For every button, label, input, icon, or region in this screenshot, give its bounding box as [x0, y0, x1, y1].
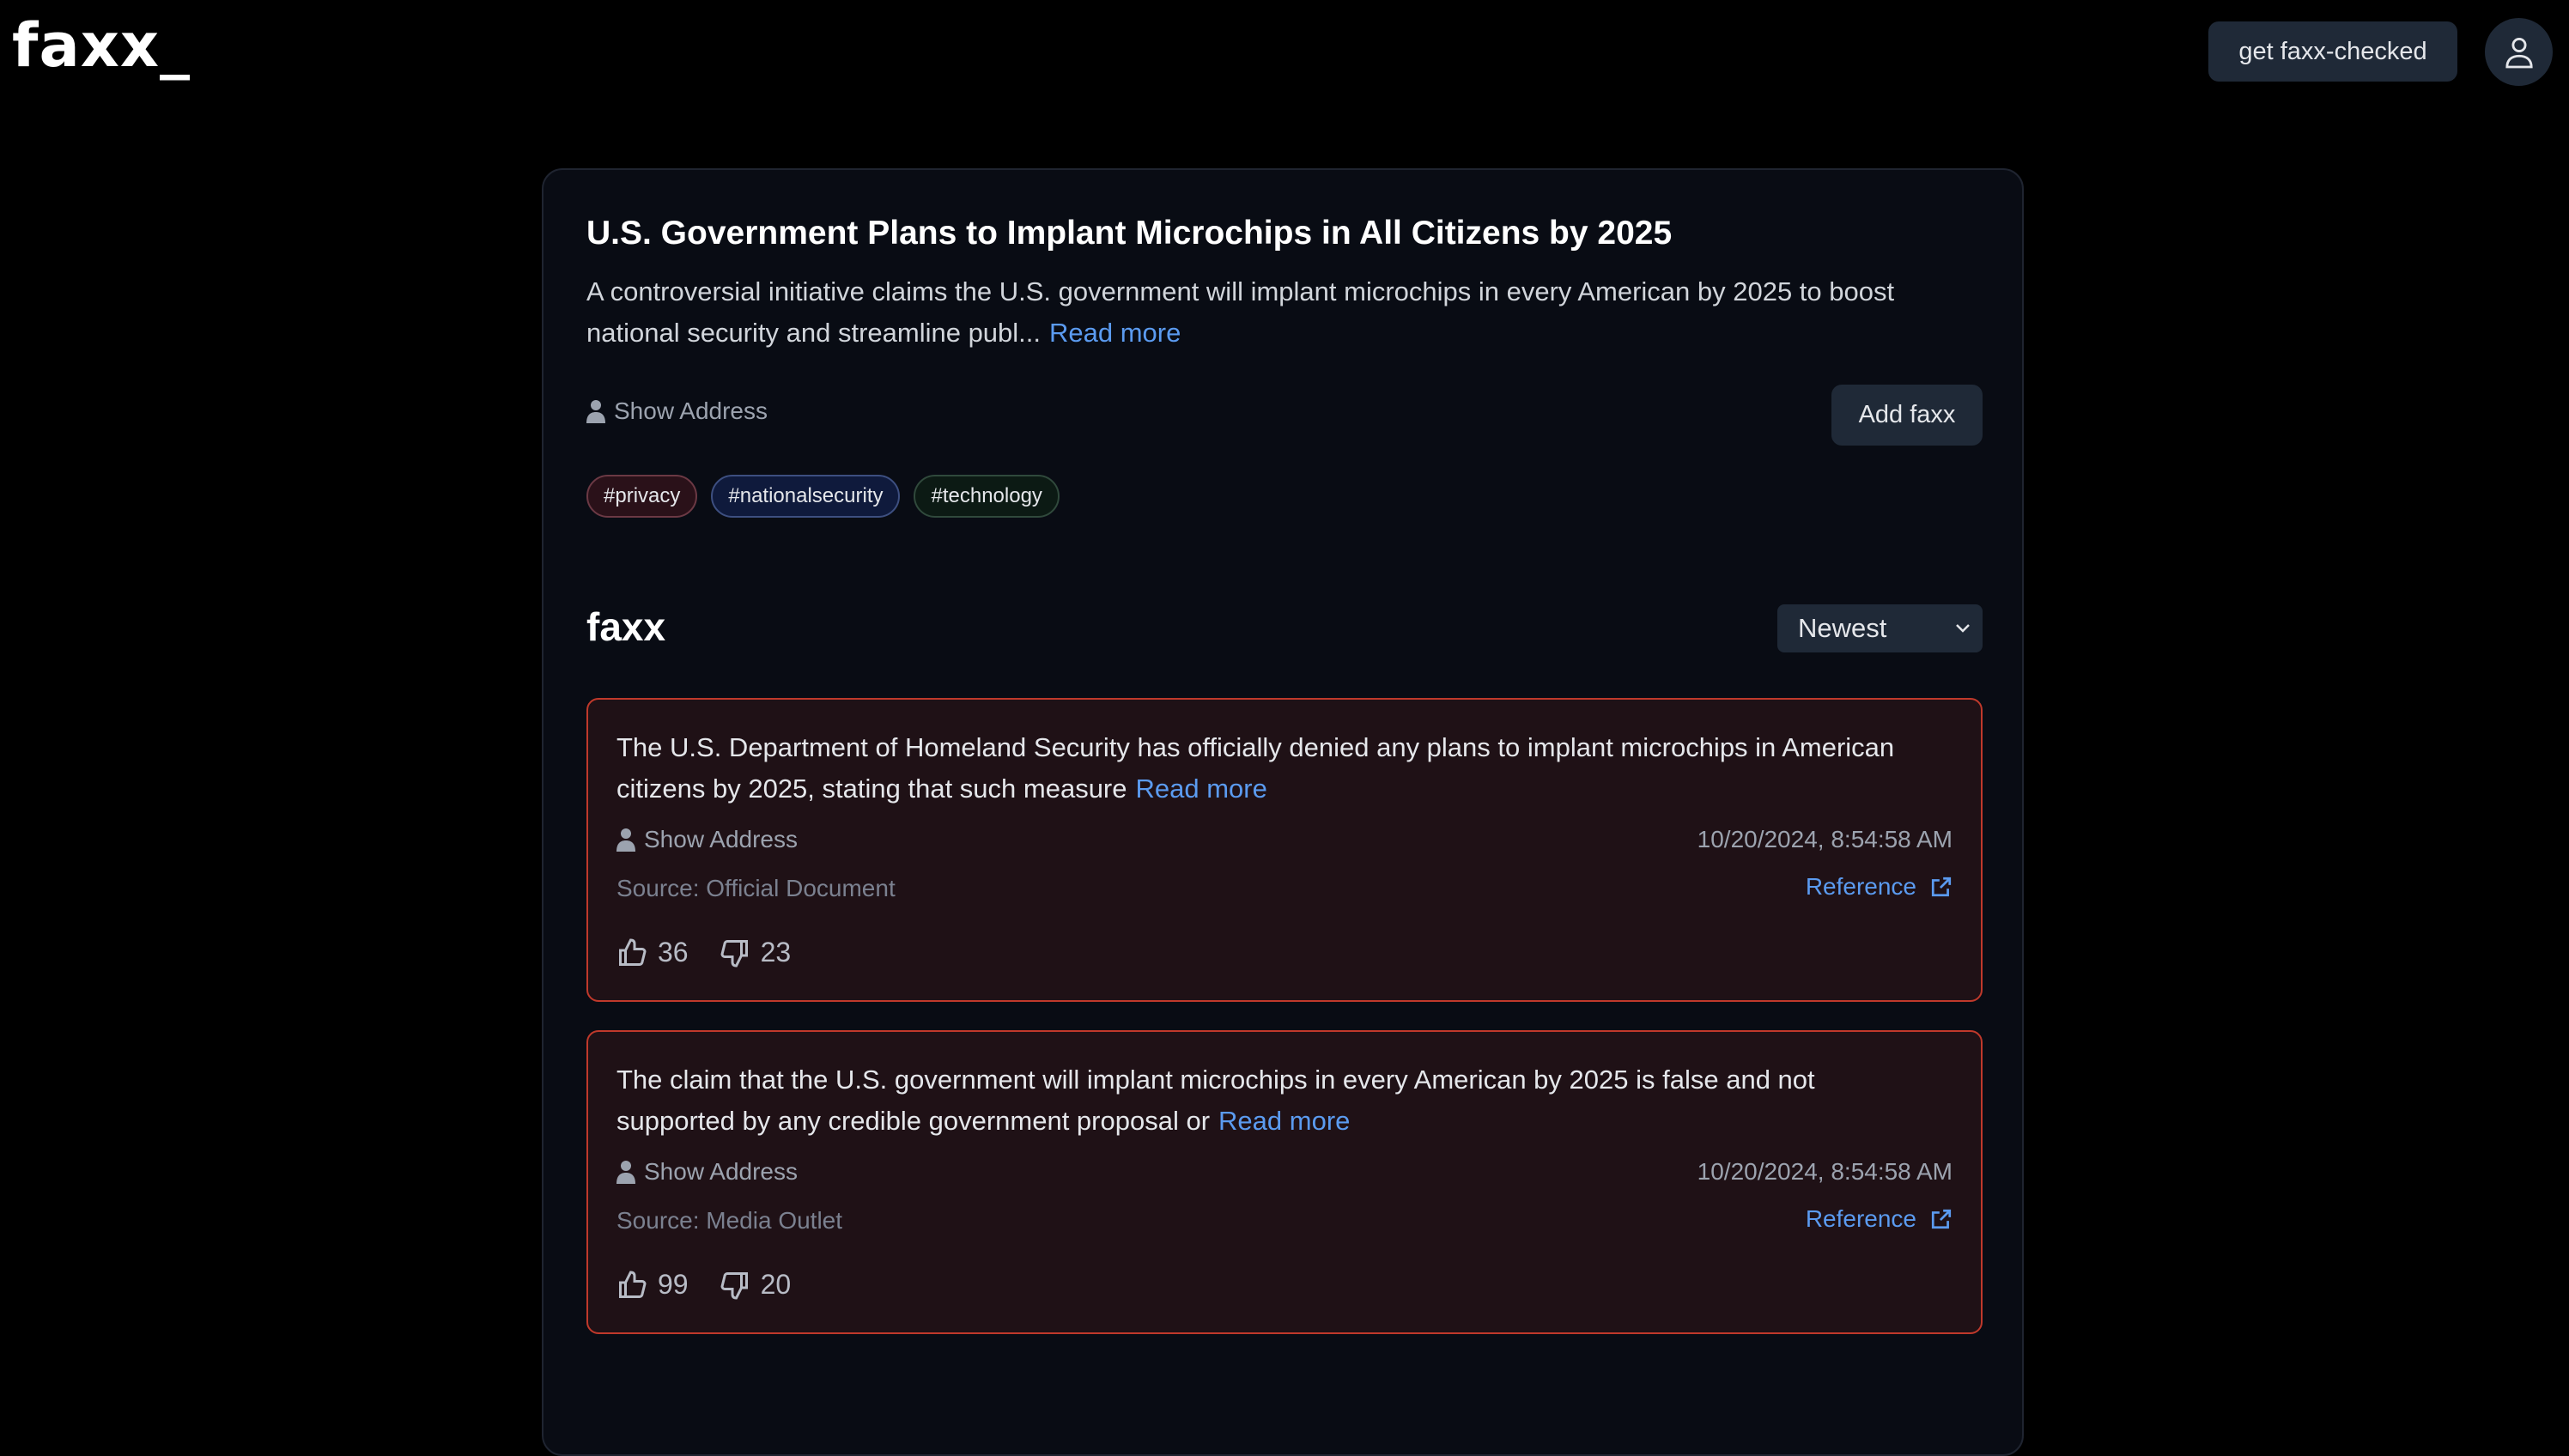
upvote-count: 36	[658, 937, 689, 968]
show-address-button[interactable]: Show Address	[616, 826, 798, 853]
downvote-button[interactable]: 23	[720, 937, 792, 968]
thumbs-up-icon	[619, 1270, 647, 1298]
fact-date: 10/20/2024, 8:54:58 AM	[1697, 1158, 1953, 1185]
read-more-link[interactable]: Read more	[1218, 1106, 1350, 1136]
upvote-button[interactable]: 36	[616, 937, 689, 968]
upvote-count: 99	[658, 1269, 689, 1300]
thumbs-up-icon	[619, 937, 647, 966]
read-more-link[interactable]: Read more	[1136, 774, 1267, 804]
fact-text: The claim that the U.S. government will …	[616, 1059, 1939, 1142]
chevron-down-icon	[1956, 624, 1970, 633]
get-faxx-checked-button[interactable]: get faxx-checked	[2208, 21, 2457, 82]
post-card: U.S. Government Plans to Implant Microch…	[542, 168, 2024, 1456]
show-address-label: Show Address	[644, 1158, 798, 1185]
external-link-icon	[1931, 877, 1952, 897]
faxx-heading: faxx	[586, 604, 666, 649]
tag-privacy[interactable]: #privacy	[586, 475, 698, 518]
upvote-button[interactable]: 99	[616, 1269, 689, 1301]
thumbs-down-icon	[720, 1271, 748, 1300]
add-faxx-button[interactable]: Add faxx	[1831, 385, 1983, 446]
tag-list: #privacy #nationalsecurity #technology	[586, 475, 1060, 518]
reference-link[interactable]: Reference	[1806, 1205, 1953, 1233]
sort-value: Newest	[1798, 613, 1887, 643]
fact-source: Source: Official Document	[616, 875, 896, 901]
fact-text-body: The claim that the U.S. government will …	[616, 1065, 1815, 1136]
vote-bar: 36 23	[616, 937, 810, 968]
person-icon	[586, 400, 605, 423]
user-icon	[2505, 37, 2533, 68]
show-address-label: Show Address	[644, 826, 798, 852]
read-more-link[interactable]: Read more	[1049, 318, 1181, 348]
fact-text: The U.S. Department of Homeland Security…	[616, 727, 1939, 810]
downvote-count: 23	[760, 937, 792, 968]
post-description-text: A controversial initiative claims the U.…	[586, 276, 1895, 348]
profile-button[interactable]	[2485, 18, 2553, 86]
reference-link[interactable]: Reference	[1806, 873, 1953, 901]
post-title: U.S. Government Plans to Implant Microch…	[586, 215, 1673, 252]
show-address-button[interactable]: Show Address	[586, 397, 768, 425]
reference-label: Reference	[1805, 1205, 1916, 1232]
person-icon	[616, 828, 635, 852]
vote-bar: 99 20	[616, 1269, 810, 1301]
external-link-icon	[1931, 1209, 1952, 1229]
thumbs-down-icon	[720, 939, 748, 968]
fact-card: The claim that the U.S. government will …	[586, 1030, 1983, 1334]
downvote-count: 20	[760, 1269, 792, 1300]
logo[interactable]: faxx_	[12, 10, 191, 81]
fact-date: 10/20/2024, 8:54:58 AM	[1697, 826, 1953, 852]
fact-source: Source: Media Outlet	[616, 1207, 843, 1234]
show-address-button[interactable]: Show Address	[616, 1158, 798, 1186]
show-address-label: Show Address	[614, 397, 768, 424]
post-description: A controversial initiative claims the U.…	[586, 271, 1995, 354]
tag-nationalsecurity[interactable]: #nationalsecurity	[711, 475, 901, 518]
sort-select[interactable]: Newest	[1777, 604, 1983, 652]
fact-card: The U.S. Department of Homeland Security…	[586, 698, 1983, 1002]
tag-technology[interactable]: #technology	[914, 475, 1060, 518]
downvote-button[interactable]: 20	[720, 1269, 792, 1301]
person-icon	[616, 1161, 635, 1184]
reference-label: Reference	[1805, 873, 1916, 900]
